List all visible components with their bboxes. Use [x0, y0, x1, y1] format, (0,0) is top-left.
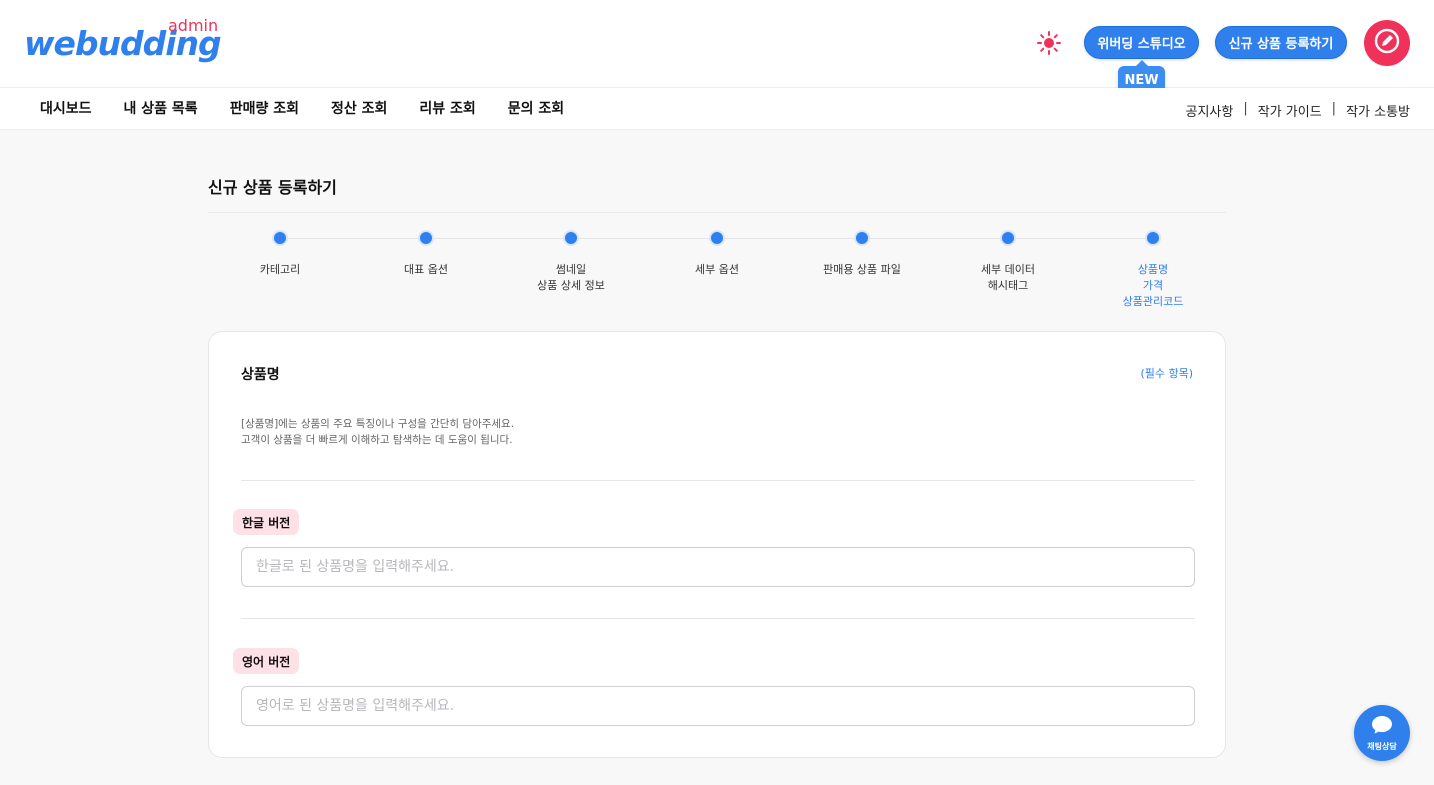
nav-item-reviews[interactable]: 리뷰 조회 — [419, 98, 475, 118]
description-line: 고객이 상품을 더 빠르게 이해하고 탐색하는 데 도움이 됩니다. — [241, 434, 513, 446]
page-title: 신규 상품 등록하기 — [208, 178, 337, 197]
step-dot — [1145, 230, 1161, 246]
step-dot — [854, 230, 870, 246]
product-name-card: 상품명 (필수 항목) [상품명]에는 상품의 주요 특징이나 구성을 간단히 … — [208, 331, 1226, 758]
webudding-admin-logo[interactable]: webudding admin — [24, 16, 224, 68]
step-dot — [563, 230, 579, 246]
register-product-button[interactable]: 신규 상품 등록하기 — [1215, 26, 1347, 59]
step-product-name[interactable]: 상품명 가격 상품관리코드 — [1083, 230, 1223, 310]
step-thumbnail[interactable]: 썸네일 상품 상세 정보 — [501, 230, 641, 294]
step-label: 대표 옵션 — [404, 263, 448, 276]
nav-item-my-products[interactable]: 내 상품 목록 — [124, 98, 198, 118]
sun-icon[interactable] — [1036, 30, 1062, 56]
notice-link[interactable]: 공지사항 — [1186, 101, 1234, 120]
step-label: 세부 데이터 해시태그 — [980, 263, 1036, 292]
logo-admin-label: admin — [168, 16, 219, 35]
top-header: webudding admin 위버딩 스튜디오 NEW 신규 상품 등록하기 — [0, 0, 1434, 94]
english-name-input[interactable] — [241, 686, 1195, 726]
nav-item-dashboard[interactable]: 대시보드 — [40, 98, 92, 118]
title-divider — [208, 212, 1226, 213]
step-label: 판매용 상품 파일 — [823, 263, 901, 276]
divider — [241, 618, 1195, 619]
korean-name-input[interactable] — [241, 547, 1195, 587]
required-label: (필수 항목) — [1140, 367, 1193, 380]
guide-link[interactable]: 작가 가이드 — [1258, 101, 1322, 120]
nav-item-settlement[interactable]: 정산 조회 — [331, 98, 387, 118]
step-dot — [418, 230, 434, 246]
divider — [241, 480, 1195, 481]
step-label-active: 상품명 가격 상품관리코드 — [1122, 263, 1184, 308]
pencil-circle-icon — [1373, 27, 1401, 59]
community-link[interactable]: 작가 소통방 — [1346, 101, 1410, 120]
avatar[interactable] — [1364, 20, 1410, 66]
card-description: [상품명]에는 상품의 주요 특징이나 구성을 간단히 담아주세요. 고객이 상… — [241, 416, 514, 448]
webudding-studio-button[interactable]: 위버딩 스튜디오 — [1084, 26, 1199, 59]
step-label: 세부 옵션 — [695, 263, 739, 276]
chat-bubble-icon — [1371, 715, 1393, 739]
step-detail-data[interactable]: 세부 데이터 해시태그 — [938, 230, 1078, 294]
chat-label: 채팅상담 — [1367, 741, 1397, 751]
step-sales-file[interactable]: 판매용 상품 파일 — [792, 230, 932, 278]
step-main-option[interactable]: 대표 옵션 — [356, 230, 496, 278]
step-dot — [709, 230, 725, 246]
step-category[interactable]: 카테고리 — [210, 230, 350, 278]
nav-item-inquiries[interactable]: 문의 조회 — [508, 98, 564, 118]
card-title: 상품명 — [241, 367, 280, 383]
step-label: 카테고리 — [259, 263, 301, 276]
step-dot — [272, 230, 288, 246]
english-version-tag: 영어 버전 — [233, 648, 300, 674]
nav-separator: | — [1331, 101, 1337, 116]
step-label: 썸네일 상품 상세 정보 — [537, 263, 605, 292]
nav-item-sales[interactable]: 판매량 조회 — [230, 98, 299, 118]
main-nav: 대시보드 내 상품 목록 판매량 조회 정산 조회 리뷰 조회 문의 조회 공지… — [0, 88, 1434, 130]
nav-separator: | — [1243, 101, 1248, 116]
description-line: [상품명]에는 상품의 주요 특징이나 구성을 간단히 담아주세요. — [241, 418, 515, 430]
chat-consult-button[interactable]: 채팅상담 — [1354, 705, 1410, 761]
korean-version-tag: 한글 버전 — [233, 509, 300, 535]
step-detail-option[interactable]: 세부 옵션 — [647, 230, 787, 278]
step-dot — [1000, 230, 1016, 246]
